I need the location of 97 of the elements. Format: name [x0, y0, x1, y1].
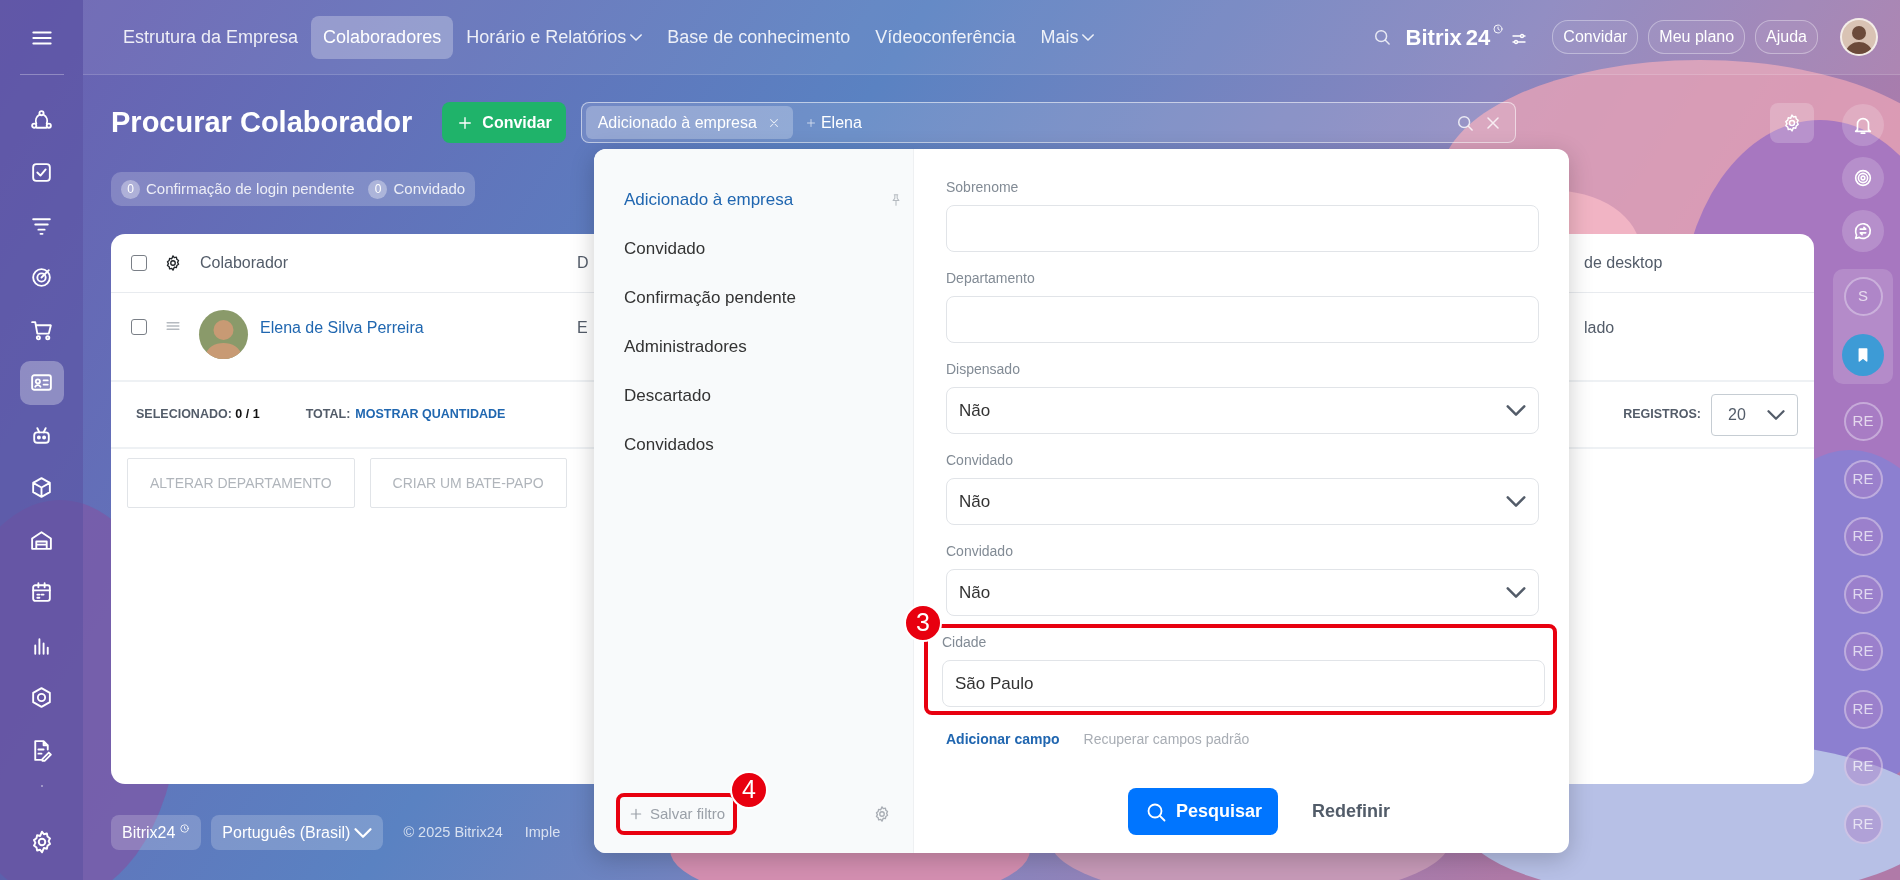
cube-icon [29, 475, 54, 500]
rings-button[interactable] [1842, 157, 1884, 199]
search-button[interactable]: Pesquisar [1128, 788, 1279, 835]
counter-label[interactable]: Convidado [393, 177, 466, 201]
chevron-down-icon [1506, 496, 1526, 507]
brand-label: Bitrix24 [122, 822, 176, 843]
field-label: Convidado [946, 542, 1014, 561]
input-field[interactable]: São Paulo [942, 660, 1545, 707]
chevron-down-icon [354, 827, 373, 838]
page-size-label: REGISTROS: [1623, 406, 1701, 424]
invite-button[interactable]: Convidar [442, 102, 566, 143]
clock-icon [179, 823, 191, 834]
user-name-link[interactable]: Elena de Silva Perreira [260, 316, 424, 340]
chat-avatar[interactable]: RE [1843, 632, 1883, 671]
input-field[interactable] [946, 205, 1539, 252]
contact-card-button[interactable] [19, 360, 64, 405]
selected-count: SELECIONADO: 0 / 1 [136, 406, 260, 424]
input-field[interactable] [946, 296, 1539, 343]
table-cell: lado [1584, 319, 1615, 336]
field-label: Sobrenome [946, 178, 1020, 197]
field-label: Dispensado [946, 360, 1021, 379]
dropdown-field[interactable]: Não [946, 478, 1539, 525]
notifications-button[interactable] [1842, 104, 1884, 146]
counter-label[interactable]: Confirmação de login pendente [146, 177, 355, 201]
nav-tab[interactable]: Base de conhecimento [655, 15, 863, 59]
task-icon [29, 160, 54, 185]
filter-preset[interactable]: Convidado [594, 224, 913, 273]
chevron-down-icon [1506, 587, 1526, 598]
header-button[interactable]: Convidar [1552, 20, 1639, 54]
chat-avatar[interactable]: RE [1843, 402, 1883, 441]
filter-preset[interactable]: Descartado [594, 371, 913, 420]
checkbox[interactable] [131, 255, 147, 271]
chat-avatar[interactable]: RE [1843, 517, 1883, 556]
column-header[interactable]: de desktop [1584, 254, 1663, 271]
filter-preset[interactable]: Adicionado à empresa [594, 175, 913, 224]
chat-avatar[interactable]: S [1843, 277, 1883, 316]
nav-tab[interactable]: Colaboradores [311, 15, 454, 59]
brand-button[interactable]: Bitrix24 [111, 815, 202, 850]
step-badge: 4 [730, 770, 768, 809]
settings-button[interactable] [1770, 102, 1814, 143]
chevron-down-icon [1506, 405, 1526, 416]
chat-avatar[interactable]: RE [1843, 459, 1883, 499]
column-header[interactable]: D [577, 254, 589, 271]
page-title: Procurar Colaborador [111, 105, 413, 140]
plus-icon [804, 116, 817, 129]
target-icon [29, 265, 54, 290]
chat-avatar[interactable]: RE [1843, 574, 1883, 614]
nav-tab[interactable]: Horário e Relatórios [454, 15, 655, 59]
header-button[interactable]: Ajuda [1755, 20, 1818, 54]
chevron-down-icon [630, 33, 643, 41]
language-select[interactable]: Português (Brasil) [211, 815, 384, 850]
dropdown-field[interactable]: Não [946, 387, 1539, 434]
settings-icon[interactable] [164, 254, 182, 272]
footer-link[interactable]: Imple [524, 821, 561, 844]
field-label: Cidade [942, 633, 988, 652]
chat-avatar[interactable]: RE [1843, 747, 1883, 786]
calendar-icon [29, 580, 54, 605]
nav-tab[interactable]: Vídeoconferência [863, 15, 1028, 59]
copyright-text: © 2025 Bitrix24 [403, 822, 503, 842]
nav-tab[interactable]: Estrutura da Empresa [111, 15, 311, 59]
counter-badge: 0 [368, 179, 388, 199]
total-label: TOTAL: [305, 406, 351, 424]
dropdown-field[interactable]: Não [946, 569, 1539, 616]
show-count-link[interactable]: MOSTRAR QUANTIDADE [355, 405, 506, 424]
chat-icon [1852, 220, 1874, 242]
hexagon-icon [29, 685, 54, 710]
step-badge: 3 [904, 604, 942, 642]
add-field-link[interactable]: Adicionar campo [946, 729, 1060, 750]
reset-button[interactable]: Redefinir [1306, 797, 1397, 826]
chat-avatar[interactable]: RE [1843, 804, 1883, 844]
column-header[interactable]: Colaborador [200, 251, 289, 275]
restore-fields-link[interactable]: Recuperar campos padrão [1083, 729, 1250, 750]
nav-tab[interactable]: Mais [1028, 15, 1107, 59]
chevron-down-icon [1082, 33, 1095, 41]
chat-button[interactable] [1842, 210, 1884, 252]
user-avatar [199, 310, 248, 359]
filter-chip[interactable]: Adicionado à empresa [585, 106, 793, 139]
filter-preset[interactable]: Administradores [594, 322, 913, 371]
settings-icon [1782, 112, 1802, 133]
table-cell: E [577, 319, 588, 336]
counter-badge: 0 [121, 179, 140, 199]
logo-name: Bitrix [1405, 23, 1462, 52]
filter-chip-label: Adicionado à empresa [597, 112, 757, 133]
filter-preset[interactable]: Confirmação pendente [594, 273, 913, 322]
logo-number: 24 [1465, 23, 1491, 52]
filter-preset[interactable]: Convidados [594, 420, 913, 469]
page-size-select[interactable]: 20 [1711, 393, 1798, 436]
field-label: Convidado [946, 451, 1014, 470]
clock-icon [1492, 22, 1505, 35]
chat-avatar[interactable]: RE [1843, 689, 1883, 729]
header-button[interactable]: Meu plano [1648, 20, 1746, 54]
search-text: Elena [820, 112, 862, 133]
search-field[interactable]: Adicionado à empresa Elena [580, 102, 1516, 143]
chevron-down-icon [1767, 409, 1785, 420]
field-label: Departamento [946, 269, 1036, 288]
checkbox[interactable] [131, 319, 147, 335]
rings-icon [1852, 167, 1874, 189]
